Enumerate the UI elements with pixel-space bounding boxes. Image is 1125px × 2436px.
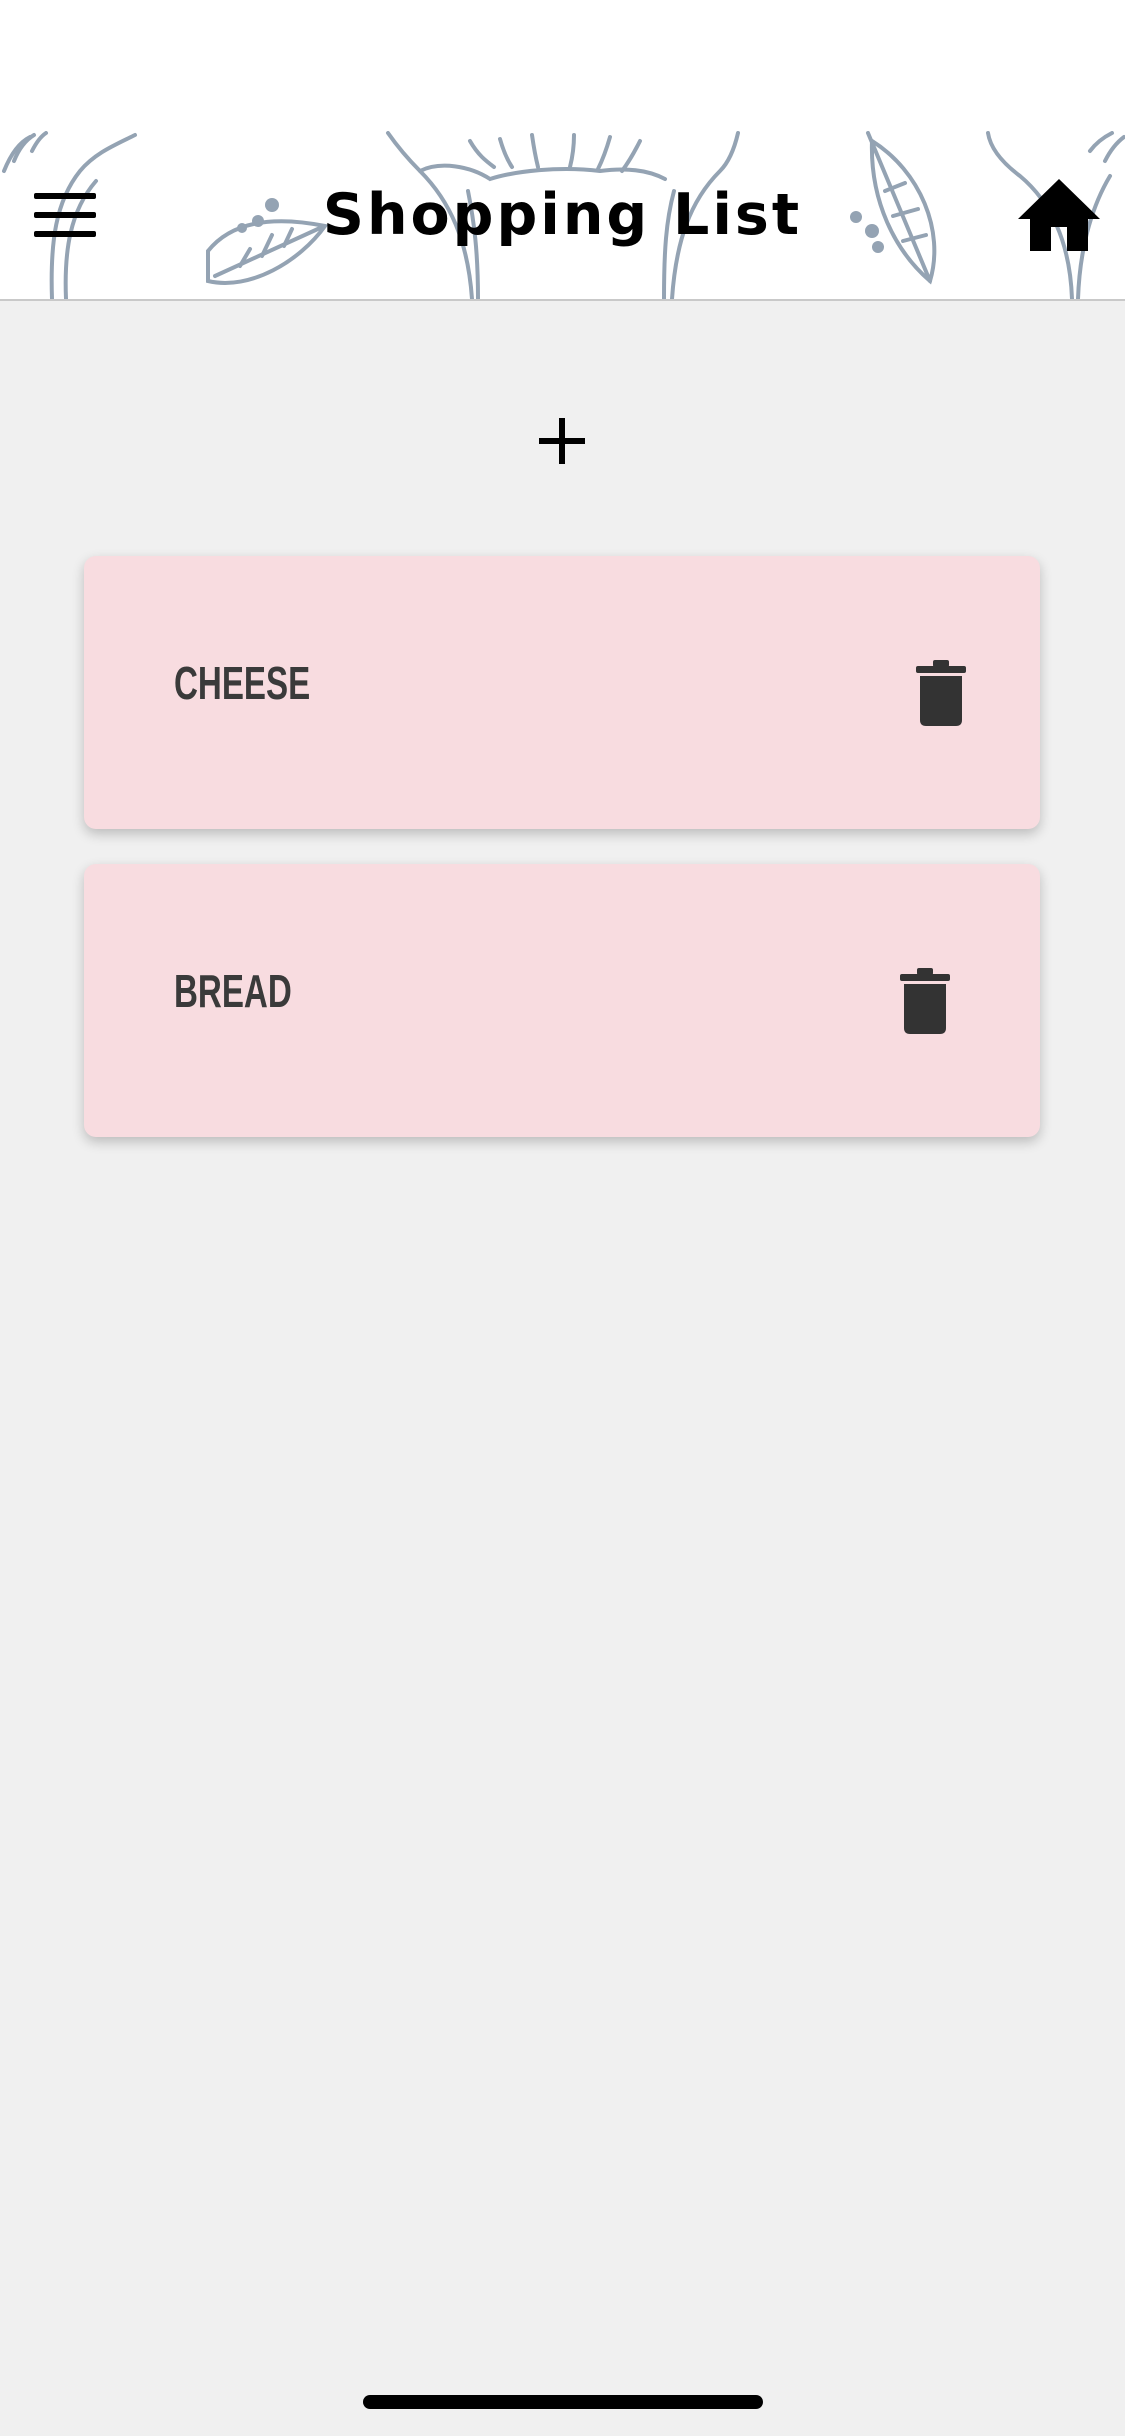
list-item[interactable]: BREAD — [84, 864, 1040, 1137]
home-button[interactable] — [1016, 175, 1102, 255]
trash-icon — [900, 968, 950, 1034]
home-indicator[interactable] — [363, 2395, 763, 2409]
item-label: CHEESE — [174, 657, 311, 709]
plus-icon — [539, 418, 585, 464]
status-bar — [0, 0, 1125, 131]
app-header: Shopping List — [0, 131, 1125, 301]
list-item[interactable]: CHEESE — [84, 556, 1040, 829]
trash-icon — [916, 660, 966, 726]
menu-button[interactable] — [22, 183, 108, 247]
delete-item-button[interactable] — [890, 966, 960, 1036]
delete-item-button[interactable] — [906, 658, 976, 728]
add-item-button[interactable] — [522, 400, 602, 480]
item-label: BREAD — [174, 965, 292, 1017]
home-icon — [1018, 179, 1100, 251]
floral-decoration — [2, 131, 1125, 299]
shopping-list: CHEESE BREAD — [84, 556, 1040, 1172]
